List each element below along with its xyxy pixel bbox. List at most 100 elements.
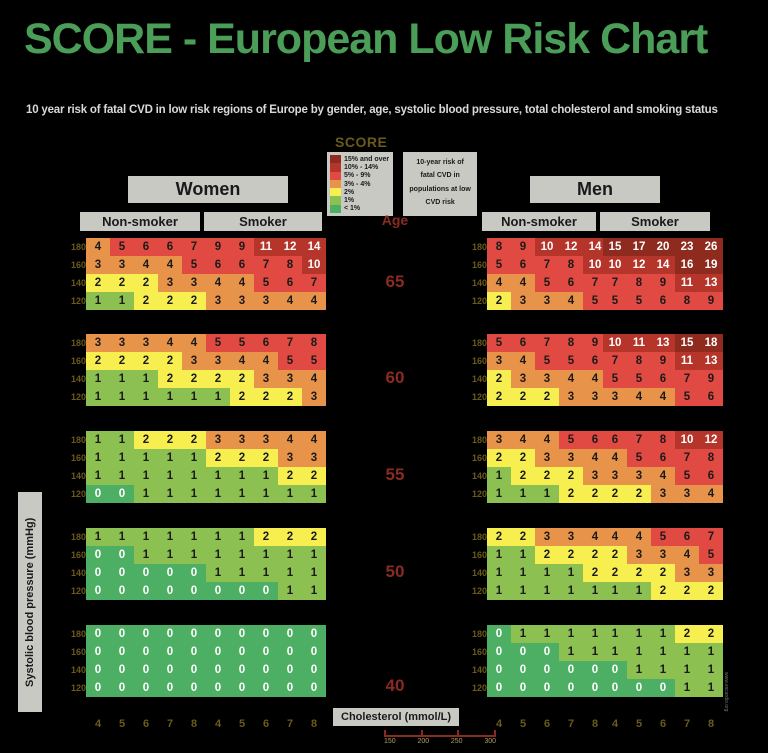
risk-cell: 1 <box>559 643 583 661</box>
risk-cell: 5 <box>627 370 651 388</box>
risk-cell: 1 <box>134 467 158 485</box>
risk-grid-men-smoker-age40: 11122111110111100011 <box>603 625 723 697</box>
risk-cell: 0 <box>206 661 230 679</box>
cholesterol-tick-label: 4 <box>611 718 619 730</box>
legend-color-chip <box>330 179 341 189</box>
risk-cell: 1 <box>158 485 182 503</box>
cholesterol-mgdl-scale: 150 200 250 300 <box>384 730 496 745</box>
risk-cell: 0 <box>86 625 110 643</box>
risk-cell: 8 <box>699 449 723 467</box>
risk-cell: 5 <box>487 334 511 352</box>
legend-label: 2% <box>344 188 355 196</box>
age-column-title: Age <box>381 212 409 228</box>
risk-cell: 7 <box>278 334 302 352</box>
risk-cell: 0 <box>230 679 254 697</box>
risk-cell: 1 <box>230 528 254 546</box>
mgdl-tick-label: 200 <box>417 738 430 745</box>
risk-cell: 7 <box>254 256 278 274</box>
risk-cell: 1 <box>511 582 535 600</box>
risk-cell: 2 <box>535 467 559 485</box>
sbp-tick-label: 160 <box>70 356 86 366</box>
sbp-tick-label: 180 <box>471 435 487 445</box>
risk-cell: 0 <box>86 661 110 679</box>
cholesterol-tick-row: 45678 <box>487 718 607 730</box>
risk-cell: 7 <box>627 431 651 449</box>
risk-cell: 4 <box>158 334 182 352</box>
risk-cell: 0 <box>254 625 278 643</box>
risk-cell: 0 <box>134 661 158 679</box>
risk-grid-men-nonsmoker-age65: 8 9 10 12 14 5 6 7 8 10 4 4 5 6 7 2 3 3 4 5 <box>487 238 607 310</box>
risk-cell: 7 <box>603 352 627 370</box>
risk-cell: 12 <box>699 431 723 449</box>
risk-cell: 10 <box>302 256 326 274</box>
risk-cell: 8 <box>627 274 651 292</box>
risk-cell: 1 <box>86 292 110 310</box>
risk-cell: 3 <box>699 564 723 582</box>
risk-cell: 0 <box>230 661 254 679</box>
risk-cell: 0 <box>206 625 230 643</box>
risk-cell: 1 <box>627 661 651 679</box>
risk-cell: 2 <box>627 564 651 582</box>
risk-cell: 2 <box>487 528 511 546</box>
risk-cell: 2 <box>182 292 206 310</box>
risk-cell: 1 <box>675 661 699 679</box>
sbp-tick-column-men-age60: 180 160 140 120 <box>461 334 487 406</box>
cholesterol-tick-label: 6 <box>262 718 270 730</box>
sbp-tick-label: 140 <box>471 568 487 578</box>
mgdl-axis-line <box>384 735 496 737</box>
legend-color-chip <box>330 204 341 214</box>
risk-cell: 10 <box>675 431 699 449</box>
risk-cell: 5 <box>627 449 651 467</box>
risk-cell: 0 <box>511 661 535 679</box>
risk-cell: 2 <box>134 292 158 310</box>
risk-cell: 7 <box>302 274 326 292</box>
risk-cell: 4 <box>535 431 559 449</box>
risk-cell: 5 <box>559 431 583 449</box>
risk-cell: 2 <box>487 370 511 388</box>
risk-cell: 3 <box>302 388 326 406</box>
risk-cell: 3 <box>535 449 559 467</box>
risk-cell: 6 <box>254 334 278 352</box>
risk-cell: 1 <box>487 467 511 485</box>
risk-cell: 4 <box>559 370 583 388</box>
risk-cell: 12 <box>627 256 651 274</box>
sbp-tick-label: 160 <box>471 550 487 560</box>
cholesterol-tick-label: 5 <box>118 718 126 730</box>
risk-cell: 1 <box>603 625 627 643</box>
risk-cell: 4 <box>278 292 302 310</box>
sbp-tick-label: 180 <box>70 435 86 445</box>
cholesterol-tick-label: 6 <box>659 718 667 730</box>
risk-cell: 5 <box>254 274 278 292</box>
risk-cell: 9 <box>651 274 675 292</box>
risk-cell: 0 <box>206 582 230 600</box>
risk-cell: 2 <box>182 370 206 388</box>
risk-cell: 1 <box>487 582 511 600</box>
risk-cell: 0 <box>182 661 206 679</box>
risk-grid-women-smoker-age55: 33344222331112211111 <box>206 431 326 503</box>
risk-cell: 0 <box>230 643 254 661</box>
sbp-tick-label: 140 <box>471 665 487 675</box>
risk-cell: 1 <box>134 546 158 564</box>
sbp-tick-label: 140 <box>70 665 86 675</box>
risk-grid-men-nonsmoker-age50: 22334112221111211111 <box>487 528 607 600</box>
risk-cell: 3 <box>278 449 302 467</box>
age-label-65: 65 <box>385 272 405 291</box>
header-women-smoker: Smoker <box>204 212 322 231</box>
risk-cell: 2 <box>230 370 254 388</box>
risk-cell: 1 <box>511 546 535 564</box>
risk-cell: 0 <box>302 679 326 697</box>
risk-cell: 2 <box>535 546 559 564</box>
risk-grid-women-nonsmoker-age55: 11222111111111100111 <box>86 431 206 503</box>
risk-grid-men-smoker-age55: 6 7 8 10 12 4 5 6 7 8 3 3 4 5 6 2 2 3 3 4 <box>603 431 723 503</box>
sbp-tick-label: 140 <box>70 374 86 384</box>
risk-cell: 0 <box>254 661 278 679</box>
watermark: www.escardio.org <box>723 672 729 712</box>
risk-cell: 1 <box>278 564 302 582</box>
risk-cell: 0 <box>278 625 302 643</box>
header-men-non-smoker: Non-smoker <box>482 212 596 231</box>
sbp-tick-column-men-age40: 180 160 140 120 <box>461 625 487 697</box>
risk-cell: 6 <box>651 292 675 310</box>
risk-cell: 15 <box>603 238 627 256</box>
risk-cell: 2 <box>559 467 583 485</box>
risk-cell: 0 <box>511 643 535 661</box>
